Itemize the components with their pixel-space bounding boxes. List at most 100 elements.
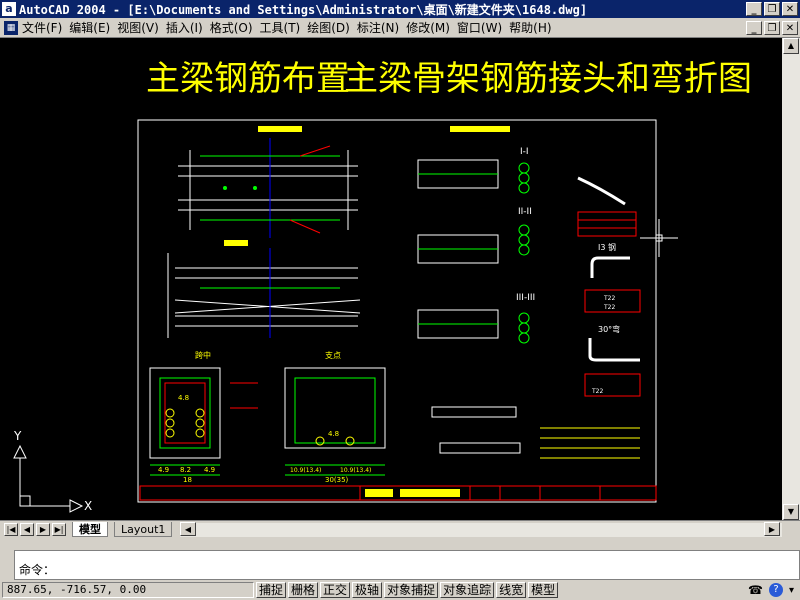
section-bar [518, 182, 530, 194]
ucs-arrow-icon [13, 444, 27, 459]
status-snap-button[interactable]: 捕捉 [256, 582, 287, 598]
section-label: 30°弯 [598, 324, 620, 334]
vertical-scrollbar[interactable]: ▲ ▼ [782, 38, 800, 520]
status-osnap-button[interactable]: 对象捕捉 [384, 582, 439, 598]
hook-diagram [590, 256, 630, 278]
menu-draw[interactable]: 绘图(D) [307, 19, 357, 36]
rebar-circle [165, 418, 175, 428]
drawing-main-title-2: 主梁骨架钢筋接头和弯折图 [344, 59, 752, 99]
label-block [258, 126, 302, 132]
command-area: 命令： [0, 538, 800, 580]
drawing-main-title: 主梁钢筋布置 [146, 59, 350, 99]
doc-close-button[interactable]: ✕ [782, 20, 798, 35]
help-icon[interactable]: ? [768, 583, 783, 597]
menu-modify[interactable]: 修改(M) [406, 19, 457, 36]
layout-tabs-row: |◀ ◀ ▶ ▶| 模型 Layout1 ◀ ▶ [0, 520, 800, 538]
dim-label: 8.2 [180, 466, 191, 474]
doc-restore-button[interactable]: ❐ [764, 20, 780, 35]
section-label: I3 钢 [598, 242, 616, 252]
autocad-logo-icon[interactable]: a [2, 2, 16, 16]
tab-prev-button[interactable]: ◀ [20, 523, 34, 536]
rebar-circle [165, 408, 175, 418]
drawing-svg: 主梁钢筋布置 主梁骨架钢筋接头和弯折图 跨中 支点 4.8 4.9 8.2 4.… [13, 59, 752, 513]
bend-diagram [577, 176, 626, 206]
status-grid-button[interactable]: 栅格 [288, 582, 319, 598]
menu-dimension[interactable]: 标注(N) [357, 19, 406, 36]
menu-help[interactable]: 帮助(H) [509, 19, 558, 36]
scroll-down-button[interactable]: ▼ [783, 504, 799, 520]
title-bar: a AutoCAD 2004 - [E:\Documents and Setti… [0, 0, 800, 18]
dim-label: 4.9 [204, 466, 215, 474]
status-polar-button[interactable]: 极轴 [352, 582, 383, 598]
scroll-up-button[interactable]: ▲ [783, 38, 799, 54]
section-bar [518, 312, 530, 324]
section-label-span: 跨中 [195, 350, 211, 360]
section-bar [518, 172, 530, 184]
dim-label: 10.9(13.4) [340, 467, 371, 474]
tab-last-button[interactable]: ▶| [52, 523, 66, 536]
section-label-support: 支点 [325, 350, 341, 360]
restore-button[interactable]: ❐ [764, 2, 780, 16]
label-block [450, 126, 510, 132]
close-button[interactable]: ✕ [782, 2, 798, 16]
status-model-button[interactable]: 模型 [528, 582, 559, 598]
rebar-circle [345, 436, 355, 446]
weld-detail [439, 442, 521, 454]
menu-format[interactable]: 格式(O) [210, 19, 260, 36]
dim-label: 4.8 [328, 430, 339, 438]
section-bar [518, 322, 530, 334]
communication-center-icon[interactable]: ☎ [748, 583, 763, 597]
tab-next-button[interactable]: ▶ [36, 523, 50, 536]
tab-layout1[interactable]: Layout1 [114, 522, 173, 537]
tab-first-button[interactable]: |◀ [4, 523, 18, 536]
title-block-text [400, 489, 460, 497]
coordinate-readout[interactable]: 887.65, -716.57, 0.00 [2, 582, 254, 598]
rebar-circle [195, 408, 205, 418]
section-bar [518, 234, 530, 246]
section-bar [518, 332, 530, 344]
horizontal-scrollbar[interactable]: ◀ ▶ [180, 522, 782, 537]
menu-view[interactable]: 视图(V) [117, 19, 166, 36]
scroll-right-button[interactable]: ▶ [764, 522, 780, 536]
section-bar [518, 162, 530, 174]
dim-label: 30(35) [325, 476, 349, 484]
menu-edit[interactable]: 编辑(E) [69, 19, 117, 36]
menu-bar: ▦ 文件(F) 编辑(E) 视图(V) 插入(I) 格式(O) 工具(T) 绘图… [0, 18, 800, 38]
minimize-button[interactable]: _ [746, 2, 762, 16]
section-label: II-II [518, 207, 532, 217]
rebar-dot [223, 186, 227, 190]
command-line[interactable]: 命令： [14, 550, 800, 580]
section-bar [518, 224, 530, 236]
doc-minimize-button[interactable]: _ [746, 20, 762, 35]
menu-file[interactable]: 文件(F) [22, 19, 69, 36]
title-block-text [365, 489, 393, 497]
scroll-left-button[interactable]: ◀ [180, 522, 196, 536]
section-label: III-III [516, 293, 535, 303]
window-title: AutoCAD 2004 - [E:\Documents and Setting… [19, 2, 588, 17]
status-ortho-button[interactable]: 正交 [320, 582, 351, 598]
status-lineweight-button[interactable]: 线宽 [496, 582, 527, 598]
title-block [139, 485, 657, 501]
drawing-canvas[interactable]: 主梁钢筋布置 主梁骨架钢筋接头和弯折图 跨中 支点 4.8 4.9 8.2 4.… [0, 38, 782, 520]
status-otrack-button[interactable]: 对象追踪 [440, 582, 495, 598]
dim-label: 10.9(13.4) [290, 467, 321, 474]
rebar-circle [165, 428, 175, 438]
menu-window[interactable]: 窗口(W) [457, 19, 509, 36]
ucs-x-label: X [84, 499, 92, 513]
dim-label: 4.9 [158, 466, 169, 474]
rebar-circle [195, 418, 205, 428]
stirrup [164, 382, 206, 444]
weld-detail [431, 406, 517, 418]
ucs-y-label: Y [13, 429, 22, 443]
leader-line [299, 145, 331, 157]
tab-model[interactable]: 模型 [72, 522, 108, 537]
menu-insert[interactable]: 插入(I) [166, 19, 210, 36]
rebar-table [577, 211, 637, 237]
label-block [224, 240, 248, 246]
hook-diagram [588, 338, 640, 362]
tray-settings-icon[interactable]: ▾ [789, 585, 794, 596]
dim-label: 18 [183, 476, 192, 484]
menu-tools[interactable]: 工具(T) [260, 19, 308, 36]
command-prompt: 命令： [19, 563, 56, 577]
document-icon[interactable]: ▦ [4, 20, 18, 35]
